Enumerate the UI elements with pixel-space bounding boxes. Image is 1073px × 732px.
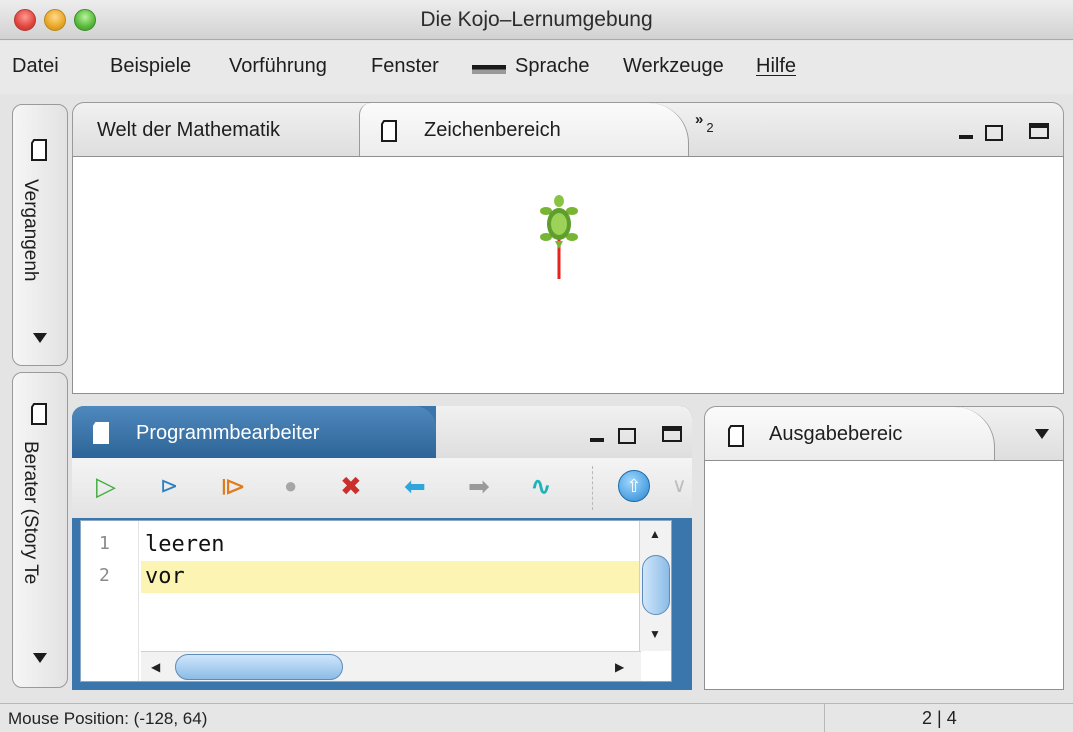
vertical-scrollbar[interactable]: ▲ ▼ (639, 521, 671, 651)
menu-beispiele[interactable]: Beispiele (110, 55, 191, 78)
editor-title: Programmbearbeiter (136, 422, 320, 444)
run-worksheet-icon[interactable]: ⊳ (160, 472, 178, 500)
output-title: Ausgabebereic (769, 423, 903, 445)
output-area[interactable] (704, 460, 1064, 690)
scroll-up-icon[interactable]: ▲ (649, 527, 661, 541)
panel-menu-chevron-down-icon[interactable] (1035, 429, 1049, 439)
document-icon (30, 139, 48, 161)
status-bar: Mouse Position: (-128, 64) 2 | 4 (0, 703, 1073, 732)
previous-icon[interactable]: ⬅ (404, 472, 426, 500)
scroll-down-icon[interactable]: ▼ (649, 627, 661, 641)
tab-zeichenbereich[interactable]: Zeichenbereich (359, 103, 689, 157)
run-icon[interactable]: ▷ (96, 472, 116, 500)
chevron-down-icon (33, 653, 47, 663)
code-line-current[interactable]: vor (141, 561, 639, 593)
menu-vorfuehrung[interactable]: Vorführung (229, 55, 327, 78)
clear-icon[interactable]: ✖ (340, 472, 362, 500)
float-panel-button[interactable] (985, 125, 1003, 141)
document-icon (380, 120, 398, 142)
side-tab-history-label: Vergangenh (20, 179, 41, 282)
document-icon (727, 425, 745, 447)
more-tabs-count: 2 (706, 120, 714, 135)
output-panel-tabstrip: Ausgabebereic (704, 406, 1064, 461)
editor-toolbar: ▷ ⊳ ⧐ ● ✖ ⬅ ➡ ∿ ⇧ ∨ (72, 458, 692, 518)
next-icon[interactable]: ➡ (468, 472, 490, 500)
minimize-panel-button[interactable] (959, 135, 973, 139)
menu-datei[interactable]: Datei (12, 55, 59, 78)
drawing-panel-tabstrip: Welt der Mathematik Zeichenbereich » 2 (72, 102, 1064, 157)
line-number-gutter: 1 2 (81, 521, 139, 681)
side-tab-storyteller-label: Berater (Story Te (20, 441, 41, 585)
menu-fenster[interactable]: Fenster (371, 55, 439, 78)
menu-sprache[interactable]: Sprache (515, 55, 590, 78)
document-icon (30, 403, 48, 425)
minimize-editor-button[interactable] (590, 438, 604, 442)
vertical-scroll-thumb[interactable] (642, 555, 670, 615)
code-line[interactable]: leeren (141, 529, 639, 561)
horizontal-scrollbar[interactable]: ◀ ▶ (141, 651, 641, 681)
document-icon (92, 422, 110, 444)
window-title: Die Kojo–Lernumgebung (420, 8, 653, 31)
scroll-left-icon[interactable]: ◀ (151, 660, 160, 674)
stop-icon[interactable]: ● (284, 472, 297, 500)
status-divider (824, 704, 825, 732)
maximize-panel-button[interactable] (1029, 123, 1049, 139)
tab-welt-der-mathematik[interactable]: Welt der Mathematik (97, 119, 280, 142)
more-tabs-button[interactable]: » 2 (695, 111, 714, 135)
tab-programmbearbeiter[interactable]: Programmbearbeiter (72, 406, 436, 458)
language-flag-icon (472, 65, 506, 74)
horizontal-scroll-thumb[interactable] (175, 654, 343, 680)
upload-icon[interactable]: ⇧ (618, 470, 650, 502)
float-editor-button[interactable] (618, 428, 636, 444)
code-editor[interactable]: 1 2 leeren vor ▲ ▼ ◀ ▶ (80, 520, 672, 682)
toolbar-separator (592, 466, 593, 510)
more-tools-icon[interactable]: ∨ (672, 472, 687, 500)
menu-hilfe[interactable]: Hilfe (756, 55, 796, 78)
side-tab-history[interactable]: Vergangenh (12, 104, 68, 366)
tab-zeichenbereich-label: Zeichenbereich (424, 119, 561, 141)
cursor-position-status: 2 | 4 (922, 708, 957, 728)
side-tab-storyteller[interactable]: Berater (Story Te (12, 372, 68, 688)
format-icon[interactable]: ∿ (530, 472, 552, 500)
line-number: 1 (99, 533, 110, 554)
turtle-icon (540, 195, 578, 279)
menu-werkzeuge[interactable]: Werkzeuge (623, 55, 724, 78)
window-titlebar: Die Kojo–Lernumgebung (0, 0, 1073, 40)
line-number: 2 (99, 565, 110, 586)
scroll-right-icon[interactable]: ▶ (615, 660, 624, 674)
menu-bar: Datei Beispiele Vorführung Fenster Sprac… (0, 41, 1073, 94)
chevron-down-icon (33, 333, 47, 343)
trace-icon[interactable]: ⧐ (220, 472, 246, 500)
drawing-canvas[interactable] (72, 156, 1064, 394)
tab-ausgabebereich[interactable]: Ausgabebereic (705, 407, 995, 461)
maximize-editor-button[interactable] (662, 426, 682, 442)
mouse-position-status: Mouse Position: (-128, 64) (8, 709, 208, 728)
